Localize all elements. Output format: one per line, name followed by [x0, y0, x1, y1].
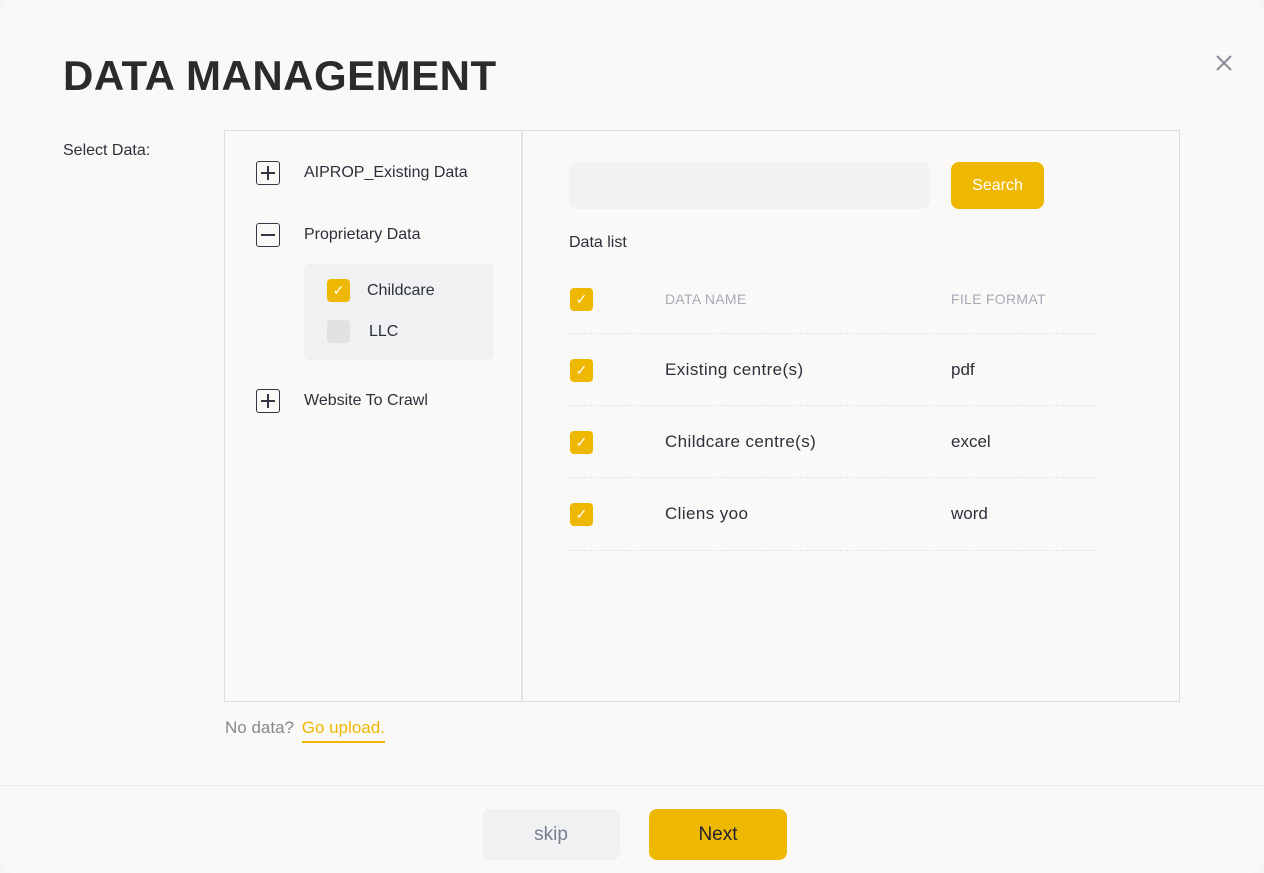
select-data-label: Select Data: — [63, 142, 151, 159]
data-management-modal: DATA MANAGEMENT Select Data: AIPROP_Exis… — [0, 0, 1264, 873]
search-input[interactable] — [569, 162, 930, 209]
tree-child-llc[interactable]: LLC — [327, 320, 398, 343]
tree-child-childcare[interactable]: ✓ Childcare — [327, 279, 435, 302]
no-data-text: No data? — [225, 718, 294, 737]
column-header-name: DATA NAME — [665, 291, 747, 307]
expand-plus-icon[interactable] — [256, 161, 280, 185]
table-row[interactable]: ✓ Cliens yoo word — [569, 478, 1094, 551]
select-all-checkbox[interactable]: ✓ — [570, 288, 593, 311]
tree-child-label: LLC — [369, 322, 399, 340]
table-row[interactable]: ✓ Childcare centre(s) excel — [569, 406, 1094, 478]
tree-item-aiprop[interactable]: AIPROP_Existing Data — [256, 161, 468, 185]
checkbox-checked-icon[interactable]: ✓ — [327, 279, 350, 302]
footer-divider — [0, 785, 1264, 786]
no-data-hint: No data? Go upload. — [225, 718, 385, 743]
data-name-cell: Existing centre(s) — [665, 359, 804, 379]
file-format-cell: pdf — [951, 359, 975, 379]
row-checkbox[interactable]: ✓ — [570, 503, 593, 526]
row-checkbox[interactable]: ✓ — [570, 430, 593, 454]
page-title: DATA MANAGEMENT — [63, 52, 497, 99]
data-panel: AIPROP_Existing Data Proprietary Data ✓ … — [224, 130, 1180, 702]
tree-item-website[interactable]: Website To Crawl — [256, 389, 428, 413]
data-name-cell: Childcare centre(s) — [665, 431, 817, 451]
go-upload-link[interactable]: Go upload. — [301, 718, 385, 743]
column-header-format: FILE FORMAT — [951, 291, 1046, 307]
skip-button[interactable]: skip — [482, 809, 620, 860]
close-icon[interactable] — [1213, 52, 1235, 74]
tree-item-label: AIPROP_Existing Data — [304, 164, 468, 181]
data-tree: AIPROP_Existing Data Proprietary Data ✓ … — [225, 131, 523, 701]
row-checkbox[interactable]: ✓ — [570, 358, 593, 382]
data-name-cell: Cliens yoo — [665, 504, 749, 523]
tree-item-label: Website To Crawl — [304, 392, 428, 409]
search-button[interactable]: Search — [951, 162, 1044, 209]
proprietary-children: ✓ Childcare LLC — [304, 264, 494, 360]
data-list-label: Data list — [569, 234, 627, 251]
table-row[interactable]: ✓ Existing centre(s) pdf — [569, 334, 1094, 406]
checkbox-unchecked-icon[interactable] — [327, 320, 350, 343]
file-format-cell: word — [951, 504, 988, 523]
file-format-cell: excel — [951, 431, 991, 451]
collapse-minus-icon[interactable] — [256, 223, 280, 247]
next-button[interactable]: Next — [649, 809, 787, 860]
expand-plus-icon[interactable] — [256, 389, 280, 413]
tree-child-label: Childcare — [367, 281, 435, 299]
tree-item-proprietary[interactable]: Proprietary Data — [256, 223, 421, 247]
tree-item-label: Proprietary Data — [304, 226, 421, 243]
table-header: ✓ DATA NAME FILE FORMAT — [569, 265, 1094, 334]
